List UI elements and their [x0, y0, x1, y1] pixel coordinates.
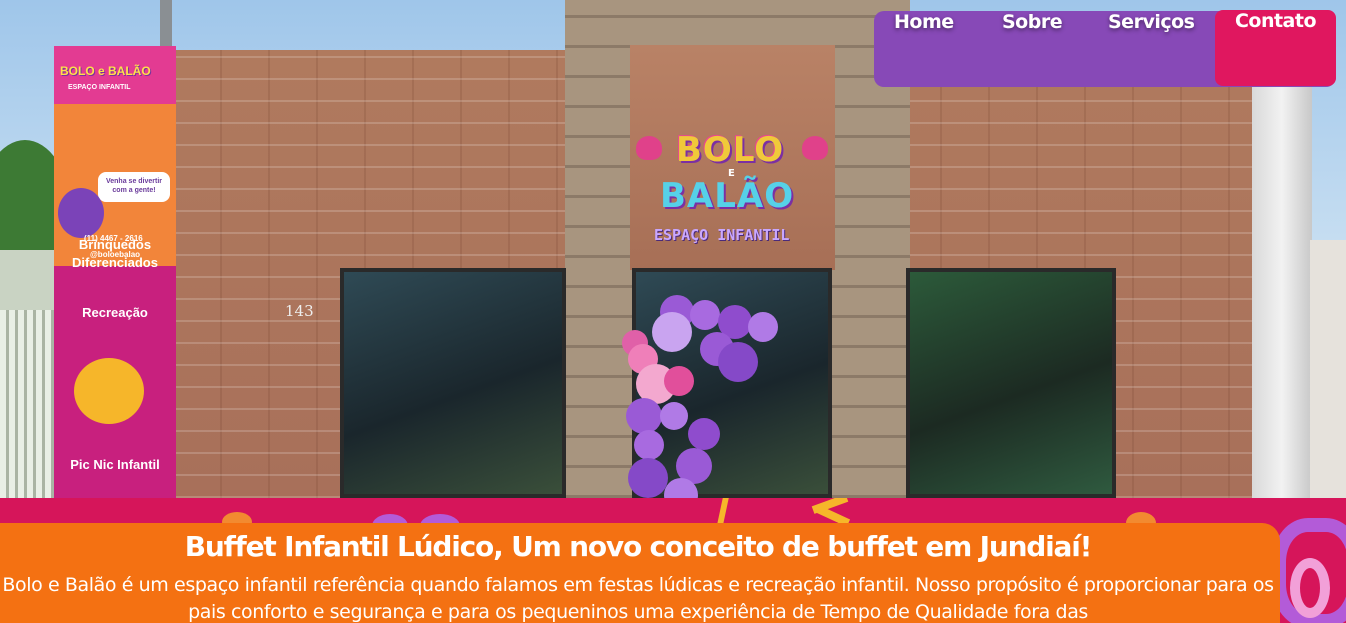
- heart-icon: [636, 136, 662, 160]
- speech-bubble: Venha se divertir com a gente!: [98, 172, 170, 202]
- totem-feature-brinquedos: Brinquedos Diferenciados: [72, 237, 158, 270]
- intro-title: Buffet Infantil Lúdico, Um novo conceito…: [184, 530, 1093, 563]
- heart-icon: [802, 136, 828, 160]
- nav-contato-button[interactable]: Contato: [1215, 10, 1336, 86]
- sign-word-bolo: BOLO: [676, 130, 785, 170]
- intro-body: Bolo e Balão é um espaço infantil referê…: [2, 574, 1274, 623]
- right-pole: [1252, 80, 1312, 498]
- glass-window-left: [340, 268, 566, 498]
- decor-stroke: [717, 498, 729, 524]
- nav-home-link[interactable]: Home: [894, 11, 954, 87]
- storefront-logo-sign: BOLO E BALÃO ESPAÇO INFANTIL: [636, 128, 832, 252]
- glass-window-right: [906, 268, 1116, 498]
- nav-servicos-link[interactable]: Serviços: [1108, 11, 1195, 87]
- sign-word-balao: BALÃO: [660, 176, 795, 216]
- purple-monster-illustration: [58, 188, 104, 238]
- house-number: 143: [285, 302, 314, 320]
- totem-brand: BOLO e BALÃO: [60, 64, 151, 78]
- totem-sign: BOLO e BALÃO ESPAÇO INFANTIL Venha se di…: [54, 46, 176, 498]
- sign-subtitle: ESPAÇO INFANTIL: [654, 226, 790, 244]
- yellow-monster-illustration: [74, 358, 144, 424]
- neighbor-building: [1310, 240, 1346, 498]
- nav-sobre-link[interactable]: Sobre: [1002, 11, 1063, 87]
- page: 143 BOLO e BALÃO ESPAÇO INFANTIL Venha s…: [0, 0, 1346, 623]
- main-nav: Home Sobre Serviços Contato: [874, 10, 1336, 87]
- decor-ring: [1290, 558, 1330, 618]
- fence: [0, 250, 60, 498]
- totem-header: BOLO e BALÃO ESPAÇO INFANTIL: [54, 46, 176, 104]
- totem-feature-recreacao: Recreação: [82, 305, 148, 320]
- totem-brand-sub: ESPAÇO INFANTIL: [68, 84, 131, 91]
- totem-feature-picnic: Pic Nic Infantil: [70, 457, 160, 472]
